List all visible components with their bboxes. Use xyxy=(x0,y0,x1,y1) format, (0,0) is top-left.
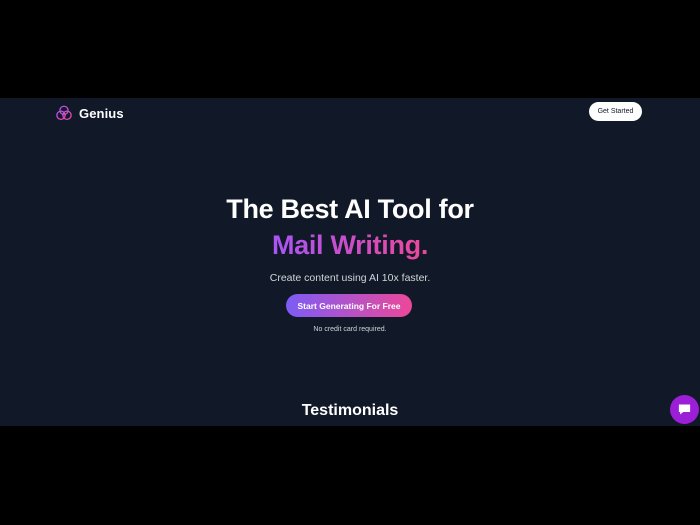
landing-page: Genius Get Started The Best AI Tool for … xyxy=(0,98,700,426)
chat-bubble-icon xyxy=(678,404,691,415)
brand-name: Genius xyxy=(79,105,124,121)
letterbox-bottom xyxy=(0,426,700,525)
brand-logo-link[interactable]: Genius xyxy=(55,103,124,123)
chat-widget-button[interactable] xyxy=(670,395,699,424)
get-started-button[interactable]: Get Started xyxy=(589,102,642,121)
interlocking-circles-icon xyxy=(56,105,72,121)
testimonials-heading: Testimonials xyxy=(301,402,399,419)
hero-title-line2: Mail Writing. xyxy=(0,230,700,261)
hero-title-gradient-text: Mail Writing. xyxy=(271,230,429,260)
cta-note: No credit card required. xyxy=(313,326,387,333)
navbar: Genius Get Started xyxy=(0,98,700,126)
hero-title-line1: The Best AI Tool for xyxy=(226,194,474,224)
hero-subtitle: Create content using AI 10x faster. xyxy=(269,272,431,284)
letterbox-top xyxy=(0,0,700,98)
start-generating-button[interactable]: Start Generating For Free xyxy=(286,294,412,317)
